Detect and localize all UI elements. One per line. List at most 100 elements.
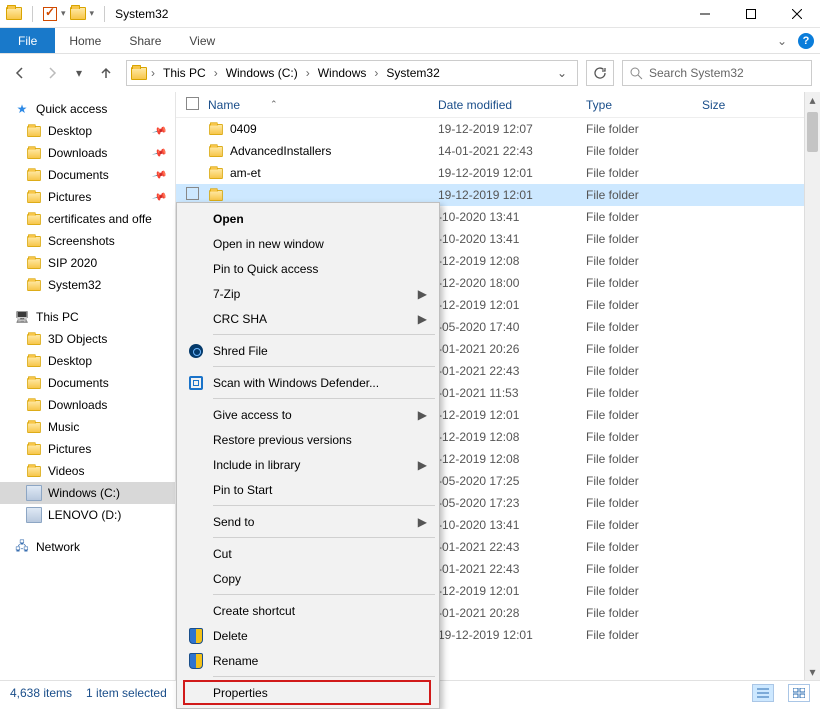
qat-properties-icon[interactable] [43,7,57,21]
file-date: -01-2021 22:43 [438,562,586,576]
recent-locations-button[interactable]: ▾ [72,61,86,85]
sidebar-item-label: Screenshots [48,234,115,248]
column-size[interactable]: Size [702,98,820,112]
search-input[interactable]: Search System32 [622,60,812,86]
scroll-down-icon[interactable]: ▾ [805,664,820,680]
select-all-checkbox[interactable] [186,97,199,110]
tab-view[interactable]: View [175,28,229,53]
qat-dropdown-icon[interactable]: ▾ [61,8,66,19]
ctx-shred-file[interactable]: Shred File [179,338,437,363]
refresh-button[interactable] [586,60,614,86]
table-row[interactable]: 040919-12-2019 12:07File folder [176,118,820,140]
pc-icon: 🖥 [14,309,30,325]
tab-home[interactable]: Home [55,28,115,53]
ctx-crc-sha[interactable]: CRC SHA▶ [179,306,437,331]
context-menu: Open Open in new window Pin to Quick acc… [176,202,440,709]
pin-icon: 📌 [151,145,167,161]
sidebar-item[interactable]: Windows (C:) [0,482,175,504]
ctx-give-access[interactable]: Give access to▶ [179,402,437,427]
help-button[interactable]: ? [792,28,820,53]
sidebar-item[interactable]: Screenshots [0,230,175,252]
ctx-properties[interactable]: Properties [179,680,437,705]
file-type: File folder [586,320,702,334]
qat-folder-icon[interactable] [70,7,86,20]
ctx-scan-defender[interactable]: Scan with Windows Defender... [179,370,437,395]
scroll-up-icon[interactable]: ▴ [805,92,820,108]
ctx-copy[interactable]: Copy [179,566,437,591]
row-checkbox[interactable] [186,187,199,200]
ctx-cut[interactable]: Cut [179,541,437,566]
sidebar-item[interactable]: certificates and offe [0,208,175,230]
breadcrumb[interactable]: This PC [159,66,210,80]
shield-icon [187,627,205,645]
column-name[interactable]: Name⌃ [208,98,438,112]
chevron-right-icon[interactable]: › [304,66,312,80]
address-dropdown-icon[interactable]: ⌄ [551,66,573,80]
file-type: File folder [586,364,702,378]
ctx-delete[interactable]: Delete [179,623,437,648]
file-date: -10-2020 13:41 [438,232,586,246]
file-name: AdvancedInstallers [230,144,331,158]
minimize-button[interactable] [682,0,728,28]
table-row[interactable]: AdvancedInstallers14-01-2021 22:43File f… [176,140,820,162]
table-row[interactable]: am-et19-12-2019 12:01File folder [176,162,820,184]
folder-icon [27,465,41,476]
ctx-send-to[interactable]: Send to▶ [179,509,437,534]
column-type[interactable]: Type [586,98,702,112]
sidebar-item[interactable]: Pictures [0,438,175,460]
ribbon-expand-icon[interactable]: ⌄ [772,28,792,53]
details-view-button[interactable] [752,684,774,702]
nav-this-pc[interactable]: 🖥This PC [0,306,175,328]
ctx-pin-start[interactable]: Pin to Start [179,477,437,502]
tab-file[interactable]: File [0,28,55,53]
breadcrumb[interactable]: Windows (C:) [222,66,302,80]
file-date: 19-12-2019 12:01 [438,166,586,180]
chevron-right-icon[interactable]: › [149,66,157,80]
ctx-pin-quick-access[interactable]: Pin to Quick access [179,256,437,281]
sidebar-item[interactable]: Downloads📌 [0,142,175,164]
sidebar-item[interactable]: Downloads [0,394,175,416]
tab-share[interactable]: Share [115,28,175,53]
nav-quick-access[interactable]: ★Quick access [0,98,175,120]
address-bar[interactable]: › This PC › Windows (C:) › Windows › Sys… [126,60,578,86]
breadcrumb[interactable]: System32 [382,66,443,80]
sidebar-item[interactable]: Music [0,416,175,438]
scrollbar-thumb[interactable] [807,112,818,152]
column-date[interactable]: Date modified [438,98,586,112]
back-button[interactable] [8,61,32,85]
up-button[interactable] [94,61,118,85]
large-icons-view-button[interactable] [788,684,810,702]
sidebar-item[interactable]: Videos [0,460,175,482]
folder-icon [209,167,223,178]
sidebar-item[interactable]: Desktop [0,350,175,372]
ctx-restore-versions[interactable]: Restore previous versions [179,427,437,452]
ribbon-tabs: File Home Share View ⌄ ? [0,28,820,54]
sidebar-item[interactable]: System32 [0,274,175,296]
ctx-open-new-window[interactable]: Open in new window [179,231,437,256]
ctx-open[interactable]: Open [179,206,437,231]
ctx-include-library[interactable]: Include in library▶ [179,452,437,477]
window-title: System32 [115,7,168,21]
sidebar-item[interactable]: SIP 2020 [0,252,175,274]
folder-icon [27,421,41,432]
sidebar-item[interactable]: Desktop📌 [0,120,175,142]
nav-network[interactable]: 🖧Network [0,536,175,558]
folder-icon [27,257,41,268]
maximize-button[interactable] [728,0,774,28]
sidebar-item[interactable]: Pictures📌 [0,186,175,208]
ctx-rename[interactable]: Rename [179,648,437,673]
vertical-scrollbar[interactable]: ▴ ▾ [804,92,820,680]
ctx-7zip[interactable]: 7-Zip▶ [179,281,437,306]
sidebar-item[interactable]: LENOVO (D:) [0,504,175,526]
close-button[interactable] [774,0,820,28]
chevron-right-icon[interactable]: › [212,66,220,80]
sidebar-item-label: Pictures [48,442,91,456]
sidebar-item[interactable]: Documents📌 [0,164,175,186]
qat-dropdown-icon-2[interactable]: ▾ [90,8,95,19]
sidebar-item[interactable]: Documents [0,372,175,394]
forward-button[interactable] [40,61,64,85]
breadcrumb[interactable]: Windows [314,66,371,80]
ctx-create-shortcut[interactable]: Create shortcut [179,598,437,623]
chevron-right-icon[interactable]: › [372,66,380,80]
sidebar-item[interactable]: 3D Objects [0,328,175,350]
